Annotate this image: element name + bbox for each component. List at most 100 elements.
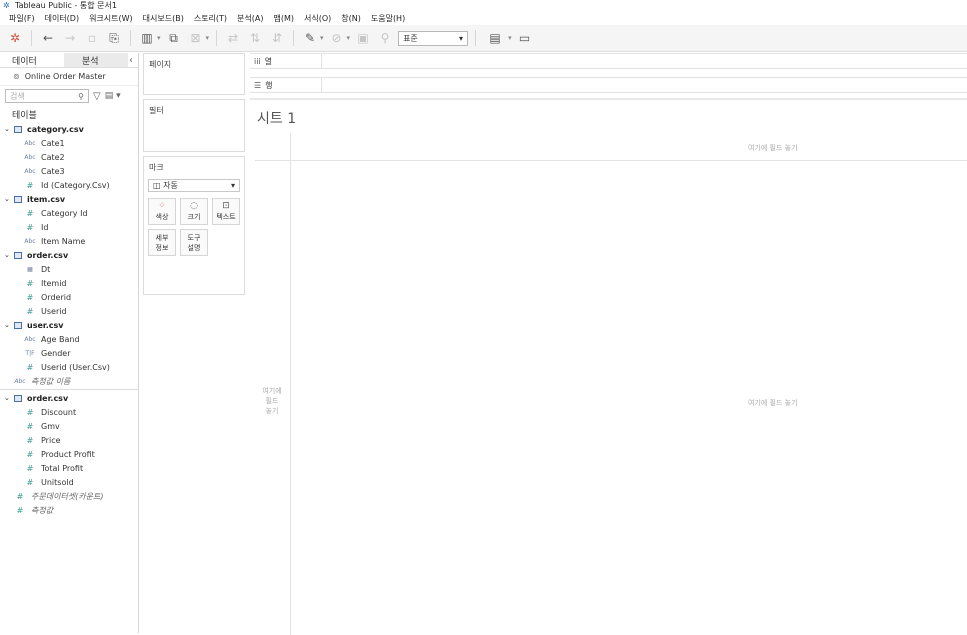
- field-name: Orderid: [41, 292, 72, 302]
- row-header-divider: [290, 133, 291, 635]
- tooltip-button[interactable]: 도구 설명: [180, 229, 208, 256]
- search-input[interactable]: 검색 ⚲: [5, 89, 89, 103]
- string-type-icon: Abc: [24, 335, 36, 343]
- field-item[interactable]: # Userid (User.Csv): [0, 360, 138, 374]
- field-item[interactable]: # Orderid: [0, 290, 138, 304]
- presentation-mode-icon[interactable]: ▭: [516, 29, 534, 47]
- table-node[interactable]: ⌄ user.csv: [0, 318, 138, 332]
- number-type-icon: #: [26, 477, 34, 487]
- chevron-down-icon[interactable]: ▾: [347, 34, 351, 42]
- field-item[interactable]: # Itemid: [0, 276, 138, 290]
- menu-analysis[interactable]: 분석(A): [232, 13, 268, 24]
- count-field[interactable]: # 주문데이터셋(카운트): [0, 489, 138, 503]
- tooltip-label: 도구 설명: [187, 233, 201, 252]
- measure-values-field[interactable]: # 측정값: [0, 503, 138, 517]
- tableau-home-icon[interactable]: ✲: [6, 29, 24, 47]
- field-item[interactable]: # Id (Category.Csv): [0, 178, 138, 192]
- chevron-down-icon[interactable]: ▾: [508, 34, 512, 42]
- field-item[interactable]: # Userid: [0, 304, 138, 318]
- field-item[interactable]: Abc Item Name: [0, 234, 138, 248]
- data-source[interactable]: ⊚ Online Order Master: [0, 68, 138, 86]
- drop-zone-columns[interactable]: 여기에 필드 놓기: [748, 143, 798, 153]
- field-item[interactable]: # Id: [0, 220, 138, 234]
- field-item[interactable]: # Product Profit: [0, 447, 138, 461]
- field-item[interactable]: # Discount: [0, 405, 138, 419]
- drop-zone-rows[interactable]: 여기에 필드 놓기: [258, 386, 286, 416]
- show-hide-cards-icon[interactable]: ▤: [483, 29, 507, 47]
- highlight-icon[interactable]: ✎: [301, 29, 319, 47]
- field-item[interactable]: # Gmv: [0, 419, 138, 433]
- fit-select[interactable]: 표준 ▾: [398, 30, 469, 46]
- field-name: Price: [41, 435, 61, 445]
- redo-icon[interactable]: →: [61, 29, 79, 47]
- duplicate-sheet-icon[interactable]: ⧉: [165, 29, 183, 47]
- field-item[interactable]: # Category Id: [0, 206, 138, 220]
- menu-map[interactable]: 맵(M): [268, 13, 299, 24]
- chevron-down-icon[interactable]: ⌄: [4, 125, 12, 133]
- text-button[interactable]: ⊡ 텍스트: [212, 198, 240, 225]
- measure-names-field[interactable]: Abc 측정값 이름: [0, 374, 138, 388]
- show-mark-labels-icon[interactable]: ▣: [354, 29, 372, 47]
- menu-format[interactable]: 서식(O): [299, 13, 336, 24]
- field-item[interactable]: Abc Cate2: [0, 150, 138, 164]
- save-icon[interactable]: ▫: [83, 29, 101, 47]
- number-type-icon: #: [26, 449, 34, 459]
- table-node[interactable]: ⌄ order.csv: [0, 391, 138, 405]
- field-item[interactable]: ▦ Dt: [0, 262, 138, 276]
- chevron-down-icon[interactable]: ⌄: [4, 251, 12, 259]
- tab-analysis[interactable]: 분석: [64, 53, 128, 67]
- menu-story[interactable]: 스토리(T): [189, 13, 232, 24]
- pages-card[interactable]: 페이지: [143, 53, 245, 95]
- collapse-pane-icon[interactable]: ‹: [128, 53, 138, 67]
- fix-axes-icon[interactable]: ⚲: [376, 29, 394, 47]
- chevron-down-icon[interactable]: ⌄: [4, 321, 12, 329]
- menu-dashboard[interactable]: 대시보드(B): [138, 13, 189, 24]
- field-item[interactable]: T|F Gender: [0, 346, 138, 360]
- data-source-icon: ⊚: [13, 72, 20, 81]
- filters-card[interactable]: 필터: [143, 99, 245, 152]
- columns-shelf[interactable]: iii 열: [250, 53, 967, 69]
- chevron-down-icon[interactable]: ⌄: [4, 394, 12, 402]
- chevron-down-icon[interactable]: ▾: [320, 34, 324, 42]
- menu-data[interactable]: 데이터(D): [40, 13, 84, 24]
- detail-button[interactable]: 세부 정보: [148, 229, 176, 256]
- field-item[interactable]: # Price: [0, 433, 138, 447]
- sheet-title[interactable]: 시트 1: [257, 108, 296, 128]
- menu-file[interactable]: 파일(F): [4, 13, 40, 24]
- view-options-icon[interactable]: ▤ ▾: [105, 91, 121, 101]
- new-data-source-icon[interactable]: ⎘: [105, 29, 123, 47]
- chevron-down-icon[interactable]: ▾: [206, 34, 210, 42]
- chevron-down-icon[interactable]: ⌄: [4, 195, 12, 203]
- field-item[interactable]: # Unitsold: [0, 475, 138, 489]
- string-type-icon: Abc: [24, 153, 36, 161]
- sort-ascending-icon[interactable]: ⇅: [246, 29, 264, 47]
- new-worksheet-icon[interactable]: ▥: [138, 29, 156, 47]
- sort-descending-icon[interactable]: ⇵: [268, 29, 286, 47]
- toolbar-divider: [130, 30, 131, 46]
- window-title: Tableau Public - 통합 문서1: [15, 1, 117, 10]
- color-button[interactable]: ⁘ 색상: [148, 198, 176, 225]
- rows-shelf[interactable]: ☰ 행: [250, 77, 967, 93]
- menu-help[interactable]: 도움말(H): [366, 13, 410, 24]
- clear-sheet-icon[interactable]: ⊠: [187, 29, 205, 47]
- field-item[interactable]: Abc Cate1: [0, 136, 138, 150]
- field-name: Age Band: [41, 334, 80, 344]
- menu-window[interactable]: 창(N): [336, 13, 366, 24]
- table-name: order.csv: [27, 393, 69, 403]
- mark-type-select[interactable]: ◫ 자동 ▾: [148, 179, 240, 192]
- table-node[interactable]: ⌄ order.csv: [0, 248, 138, 262]
- field-item[interactable]: Abc Cate3: [0, 164, 138, 178]
- swap-rows-columns-icon[interactable]: ⇄: [224, 29, 242, 47]
- table-node[interactable]: ⌄ item.csv: [0, 192, 138, 206]
- size-button[interactable]: ◌ 크기: [180, 198, 208, 225]
- group-members-icon[interactable]: ⊘: [328, 29, 346, 47]
- undo-icon[interactable]: ←: [39, 29, 57, 47]
- filter-icon[interactable]: ▽: [93, 91, 101, 102]
- tab-data[interactable]: 데이터: [0, 53, 64, 67]
- field-item[interactable]: # Total Profit: [0, 461, 138, 475]
- drop-zone-view[interactable]: 여기에 필드 놓기: [748, 398, 798, 408]
- chevron-down-icon[interactable]: ▾: [157, 34, 161, 42]
- field-item[interactable]: Abc Age Band: [0, 332, 138, 346]
- table-node[interactable]: ⌄ category.csv: [0, 122, 138, 136]
- menu-worksheet[interactable]: 워크시트(W): [84, 13, 138, 24]
